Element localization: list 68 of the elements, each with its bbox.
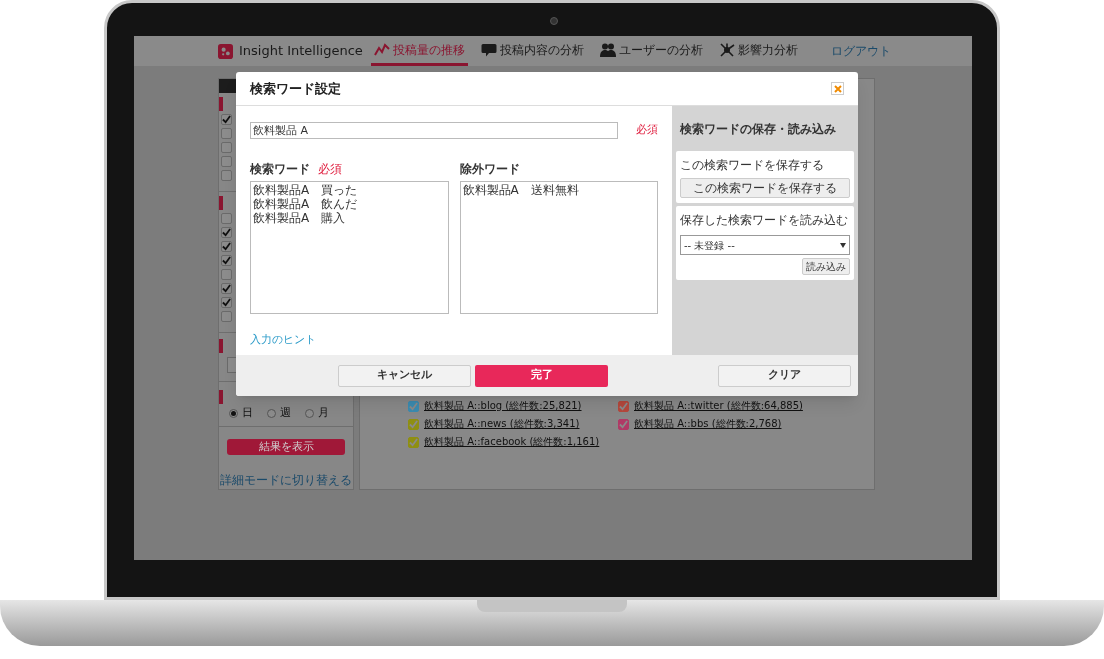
checkbox[interactable] bbox=[221, 311, 232, 322]
checkbox[interactable] bbox=[618, 418, 629, 430]
section-marker bbox=[219, 338, 223, 353]
field-label: 検索ワード bbox=[250, 161, 310, 178]
checkbox[interactable] bbox=[618, 400, 629, 412]
radio-label: 月 bbox=[318, 405, 329, 422]
checkbox[interactable] bbox=[221, 241, 232, 252]
show-results-button[interactable]: 結果を表示 bbox=[227, 438, 345, 455]
checkbox[interactable] bbox=[221, 283, 232, 294]
nav-tab[interactable]: 投稿量の推移 bbox=[370, 36, 468, 66]
section-marker bbox=[219, 195, 223, 210]
logo-icon bbox=[218, 43, 233, 59]
radio-button[interactable] bbox=[229, 409, 238, 418]
dialog-title: 検索ワード設定 bbox=[250, 79, 341, 98]
nav-tab[interactable]: 影響力分析 bbox=[715, 36, 801, 66]
speech-bubble-icon bbox=[480, 42, 497, 57]
checkbox[interactable] bbox=[221, 213, 232, 224]
checkbox[interactable] bbox=[221, 128, 232, 139]
cancel-button[interactable]: キャンセル bbox=[338, 364, 471, 387]
input-hint-link[interactable]: 入力のヒント bbox=[250, 332, 658, 349]
network-icon bbox=[718, 42, 735, 57]
checkbox[interactable] bbox=[221, 269, 232, 280]
detail-mode-link[interactable]: 詳細モードに切り替える bbox=[219, 471, 353, 489]
save-button[interactable]: この検索ワードを保存する bbox=[680, 178, 850, 198]
save-label: この検索ワードを保存する bbox=[680, 157, 825, 174]
close-icon bbox=[833, 84, 842, 93]
checkbox[interactable] bbox=[408, 436, 419, 448]
checkbox[interactable] bbox=[408, 400, 419, 412]
legend-link[interactable]: 飲料製品 A::facebook (総件数:1,161) bbox=[424, 435, 600, 449]
required-label: 必須 bbox=[318, 161, 342, 178]
legend-link[interactable]: 飲料製品 A::twitter (総件数:64,885) bbox=[634, 399, 803, 413]
close-button[interactable] bbox=[831, 82, 844, 95]
name-field[interactable]: 飲料製品 A bbox=[250, 122, 618, 139]
field-label: 除外ワード bbox=[459, 161, 521, 178]
checkbox[interactable] bbox=[221, 227, 232, 238]
load-label: 保存した検索ワードを読み込む bbox=[680, 212, 849, 229]
checkbox[interactable] bbox=[221, 142, 232, 153]
trend-line-icon bbox=[373, 42, 390, 57]
done-button[interactable]: 完了 bbox=[475, 364, 608, 387]
required-label: 必須 bbox=[636, 122, 658, 139]
checkbox[interactable] bbox=[408, 418, 419, 430]
nav-tab[interactable]: ユーザーの分析 bbox=[596, 36, 706, 66]
exclude-words-field[interactable]: 飲料製品A 送料無料 bbox=[459, 181, 658, 314]
saved-words-select[interactable]: -- 未登録 -- bbox=[680, 235, 850, 255]
radio-button[interactable] bbox=[305, 409, 314, 418]
checkbox[interactable] bbox=[221, 255, 232, 266]
legend-link[interactable]: 飲料製品 A::bbs (総件数:2,768) bbox=[634, 417, 782, 431]
clear-button[interactable]: クリア bbox=[718, 364, 851, 387]
section-marker bbox=[219, 389, 223, 404]
checkbox[interactable] bbox=[221, 114, 232, 125]
legend-link[interactable]: 飲料製品 A::blog (総件数:25,821) bbox=[424, 399, 582, 413]
checkbox[interactable] bbox=[221, 156, 232, 167]
app-logo: Insight Intelligence bbox=[239, 42, 363, 61]
load-button[interactable]: 読み込み bbox=[802, 258, 850, 275]
camera-icon bbox=[550, 17, 558, 25]
radio-label: 週 bbox=[280, 405, 291, 422]
users-icon bbox=[599, 42, 616, 57]
nav-tab[interactable]: 投稿内容の分析 bbox=[477, 36, 587, 66]
search-words-field[interactable]: 飲料製品A 買った 飲料製品A 飲んだ 飲料製品A 購入 bbox=[250, 181, 449, 314]
legend-link[interactable]: 飲料製品 A::news (総件数:3,341) bbox=[424, 417, 580, 431]
checkbox[interactable] bbox=[221, 170, 232, 181]
radio-label: 日 bbox=[242, 405, 253, 422]
logout-link[interactable]: ログアウト bbox=[830, 42, 891, 60]
caret-icon bbox=[840, 242, 846, 248]
section-marker bbox=[219, 96, 223, 111]
radio-button[interactable] bbox=[267, 409, 276, 418]
checkbox[interactable] bbox=[221, 297, 232, 308]
panel-title: 検索ワードの保存・読み込み bbox=[680, 120, 836, 138]
